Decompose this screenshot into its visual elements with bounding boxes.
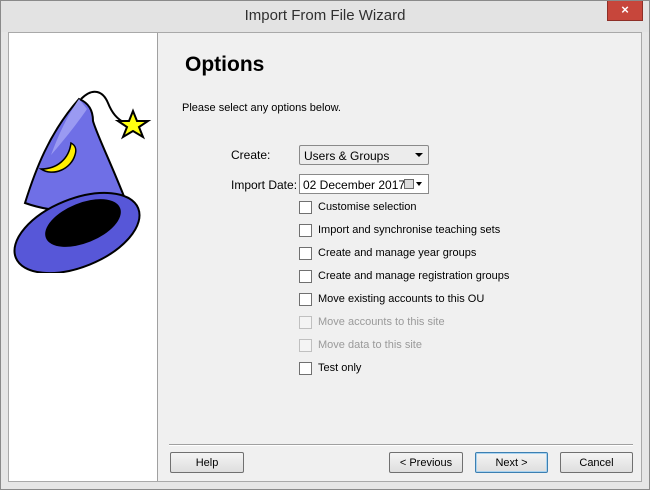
create-dropdown-value: Users & Groups — [304, 149, 390, 163]
chevron-down-icon[interactable] — [416, 182, 422, 186]
wizard-hat-icon — [13, 90, 152, 273]
checkbox[interactable] — [299, 224, 312, 237]
option-label: Move data to this site — [318, 339, 422, 351]
option-label: Customise selection — [318, 201, 417, 213]
create-label: Create: — [231, 148, 271, 162]
checkbox[interactable] — [299, 362, 312, 375]
import-date-value: 02 December 2017 — [303, 178, 406, 192]
page-intro-text: Please select any options below. — [182, 102, 341, 114]
next-button[interactable]: Next > — [475, 452, 548, 473]
checkbox-disabled — [299, 339, 312, 352]
option-label: Import and synchronise teaching sets — [318, 224, 501, 236]
checkbox[interactable] — [299, 247, 312, 260]
option-label: Create and manage year groups — [318, 247, 477, 259]
checkbox[interactable] — [299, 270, 312, 283]
close-button[interactable]: × — [607, 1, 643, 21]
checkbox[interactable] — [299, 201, 312, 214]
import-date-label: Import Date: — [231, 178, 298, 192]
wizard-window: Import From File Wizard × Options Please… — [0, 0, 650, 490]
option-label: Move existing accounts to this OU — [318, 293, 485, 305]
title-bar[interactable]: Import From File Wizard × — [1, 1, 649, 32]
wizard-side-panel — [9, 33, 158, 481]
page-title: Options — [185, 53, 265, 76]
option-label: Create and manage registration groups — [318, 270, 510, 282]
chevron-down-icon — [415, 153, 423, 157]
help-button[interactable]: Help — [170, 452, 244, 473]
calendar-icon[interactable] — [404, 179, 414, 189]
option-label: Move accounts to this site — [318, 316, 445, 328]
create-dropdown[interactable]: Users & Groups — [299, 145, 429, 165]
checkbox[interactable] — [299, 293, 312, 306]
window-title: Import From File Wizard — [244, 7, 406, 24]
cancel-button[interactable]: Cancel — [560, 452, 633, 473]
button-separator — [169, 444, 633, 446]
checkbox-disabled — [299, 316, 312, 329]
option-label: Test only — [318, 362, 362, 374]
previous-button[interactable]: < Previous — [389, 452, 463, 473]
import-date-picker[interactable]: 02 December 2017 — [299, 174, 429, 194]
wizard-client-area: Options Please select any options below.… — [8, 32, 642, 482]
